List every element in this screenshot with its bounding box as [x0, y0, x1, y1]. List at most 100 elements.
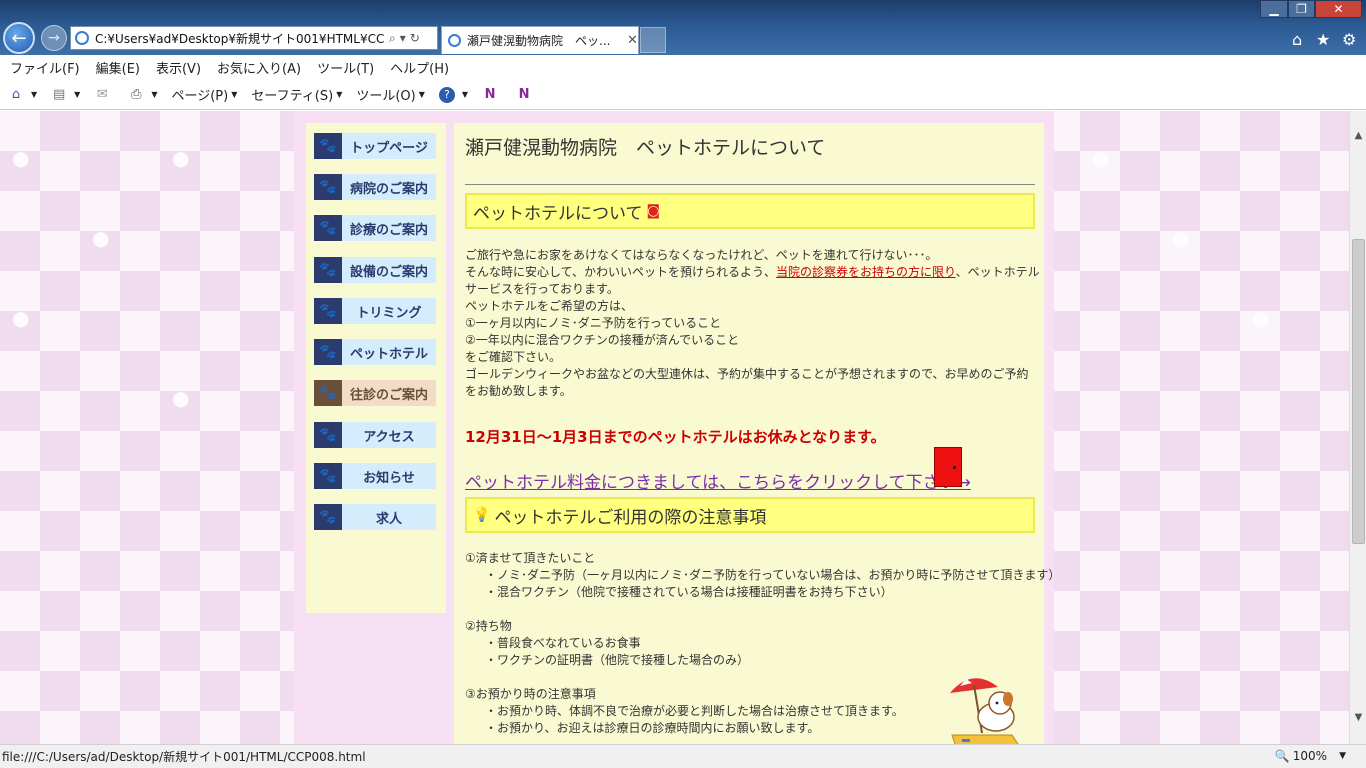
print-command[interactable]: ⎙ ▼ — [128, 87, 157, 103]
menu-help[interactable]: ヘルプ(H) — [390, 58, 449, 77]
feeds-command[interactable]: ▤ ▼ — [51, 87, 80, 103]
menu-tools[interactable]: ツール(T) — [317, 58, 374, 77]
chevron-down-icon: ▼ — [336, 90, 343, 99]
close-window-button[interactable]: ✕ — [1315, 0, 1362, 18]
search-icon[interactable]: ⌕ — [389, 31, 396, 46]
sidebar-item-hospital[interactable]: 🐾 病院のご案内 — [314, 174, 436, 200]
status-bar: file:///C:/Users/ad/Desktop/新規サイト001/HTM… — [0, 744, 1366, 768]
paw-pattern-icon: ● — [1172, 226, 1190, 250]
paw-icon: 🐾 — [314, 215, 342, 241]
dropdown-icon[interactable]: ▾ — [400, 31, 406, 45]
section-title: ペットホテルご利用の際の注意事項 — [494, 507, 767, 528]
mail-command[interactable]: ✉ — [94, 87, 114, 103]
sidebar-item-label: 往診のご案内 — [349, 387, 428, 403]
gear-icon[interactable]: ⚙ — [1342, 30, 1356, 49]
note-heading: ②持ち物 — [465, 619, 512, 633]
favorites-star-icon[interactable]: ★ — [1316, 30, 1330, 49]
note-item: ・ワクチンの証明書（他院で接種した場合のみ） — [485, 653, 750, 667]
maximize-button[interactable]: ❐ — [1288, 0, 1315, 18]
home-icon[interactable]: ⌂ — [1292, 30, 1302, 49]
divider — [465, 184, 1035, 185]
zoom-control[interactable]: 🔍 100% ▼ — [1275, 749, 1346, 763]
tools-menu-label: ツール(O) — [356, 89, 416, 104]
bag-icon: ◙ — [646, 203, 661, 219]
sidebar-item-access[interactable]: 🐾 アクセス — [314, 422, 436, 448]
sidebar-item-house-call[interactable]: 🐾 往診のご案内 — [314, 380, 436, 406]
home-command[interactable]: ⌂ ▼ — [8, 87, 37, 103]
note-item: ・普段食べなれているお食事 — [485, 636, 641, 650]
menu-edit[interactable]: 編集(E) — [96, 58, 140, 77]
onenote-icon: N — [484, 86, 496, 102]
status-url: file:///C:/Users/ad/Desktop/新規サイト001/HTM… — [2, 750, 366, 764]
price-link[interactable]: ペットホテル料金につきましては、こちらをクリックして下さい→ — [465, 468, 971, 493]
tools-menu[interactable]: ツール(O) ▼ — [356, 85, 425, 104]
vertical-scrollbar[interactable]: ▲ ▼ — [1349, 111, 1366, 744]
dog-umbrella-illustration — [950, 678, 1019, 744]
browser-tab[interactable]: 瀬戸健滉動物病院 ペッ... ✕ — [441, 26, 639, 54]
address-bar[interactable]: C:¥Users¥ad¥Desktop¥新規サイト001¥HTML¥CCP008… — [70, 26, 438, 50]
page-viewport: ● ● ● ● ● ● ● ● 🐾 トップページ 🐾 病院のご案内 🐾 診療のご案内 … — [0, 111, 1349, 744]
sidebar-item-label: 病院のご案内 — [349, 181, 428, 197]
paw-icon: 🐾 — [314, 298, 342, 324]
sidebar-item-label: トリミング — [356, 305, 422, 321]
sidebar-item-label: 求人 — [375, 511, 402, 527]
menu-file[interactable]: ファイル(F) — [10, 58, 80, 77]
note-item: ・混合ワクチン（他院で接種されている場合は接種証明書をお持ち下さい） — [485, 585, 893, 599]
page-menu-label: ページ(P) — [171, 89, 229, 104]
menu-view[interactable]: 表示(V) — [156, 58, 201, 77]
sidebar-item-pet-hotel[interactable]: 🐾 ペットホテル — [314, 339, 436, 365]
chevron-down-icon: ▼ — [418, 90, 425, 99]
intro-line: ゴールデンウィークやお盆などの大型連休は、予約が集中することが予想されますので、… — [465, 367, 1029, 398]
zoom-icon: 🔍 — [1274, 749, 1290, 763]
page-menu[interactable]: ページ(P) ▼ — [171, 85, 237, 104]
scroll-thumb[interactable] — [1352, 239, 1365, 544]
menu-favorites[interactable]: お気に入り(A) — [217, 58, 301, 77]
printer-icon: ⎙ — [131, 86, 142, 102]
sidebar-item-label: 設備のご案内 — [349, 264, 428, 280]
chevron-down-icon: ▼ — [74, 90, 81, 99]
scroll-down-icon[interactable]: ▼ — [1350, 709, 1366, 726]
back-button[interactable]: ← — [3, 22, 35, 54]
intro-line: そんな時に安心して、かわいいペットを預けられるよう、当院の診察券をお持ちの方に限… — [465, 264, 1040, 298]
minimize-button[interactable]: ▁ — [1260, 0, 1288, 18]
help-icon: ? — [438, 86, 455, 103]
safety-menu[interactable]: セーフティ(S) ▼ — [251, 85, 342, 104]
onenote-linked-command[interactable]: N — [516, 87, 536, 103]
intro-line: ご旅行や急にお家をあけなくてはならなくなったけれど、ペットを連れて行けない･･･… — [465, 248, 938, 262]
sidebar-item-label: 診療のご案内 — [349, 222, 428, 238]
forward-button[interactable]: → — [41, 25, 67, 51]
sidebar-item-top-page[interactable]: 🐾 トップページ — [314, 133, 436, 159]
browser-title-bar: ← → C:¥Users¥ad¥Desktop¥新規サイト001¥HTML¥CC… — [0, 0, 1366, 55]
paw-pattern-icon: ● — [12, 146, 30, 170]
scroll-up-icon[interactable]: ▲ — [1350, 127, 1366, 144]
address-url[interactable]: C:¥Users¥ad¥Desktop¥新規サイト001¥HTML¥CCP008… — [95, 30, 385, 47]
arrow-right-icon: → — [48, 30, 60, 46]
sidebar-item-label: アクセス — [363, 429, 415, 445]
sidebar-nav: 🐾 トップページ 🐾 病院のご案内 🐾 診療のご案内 🐾 設備のご案内 🐾 トリミング 🐾… — [306, 123, 446, 613]
safety-menu-label: セーフティ(S) — [251, 89, 334, 104]
sidebar-item-label: ペットホテル — [349, 346, 428, 362]
new-tab-button[interactable] — [640, 27, 666, 53]
help-command[interactable]: ? ▼ — [438, 86, 468, 103]
paw-icon: 🐾 — [314, 339, 342, 365]
refresh-icon[interactable]: ↻ — [410, 31, 420, 45]
mail-icon: ✉ — [96, 86, 108, 102]
tab-title: 瀬戸健滉動物病院 ペッ... — [467, 34, 611, 48]
sidebar-item-treatment[interactable]: 🐾 診療のご案内 — [314, 215, 436, 241]
sidebar-item-recruit[interactable]: 🐾 求人 — [314, 504, 436, 530]
sidebar-item-facilities[interactable]: 🐾 設備のご案内 — [314, 257, 436, 283]
closed-notice: 12月31日～1月3日までのペットホテルはお休みとなります。 — [465, 428, 886, 446]
sidebar-item-trimming[interactable]: 🐾 トリミング — [314, 298, 436, 324]
section-heading-pet-hotel: ペットホテルについて ◙ — [465, 193, 1035, 229]
close-tab-icon[interactable]: ✕ — [627, 33, 638, 48]
sidebar-item-news[interactable]: 🐾 お知らせ — [314, 463, 436, 489]
paw-icon: 🐾 — [314, 133, 342, 159]
patient-card-link[interactable]: 当院の診察券をお持ちの方に限り — [776, 265, 956, 279]
page-title: 瀬戸健滉動物病院 ペットホテルについて — [465, 137, 826, 159]
paw-icon: 🐾 — [314, 257, 342, 283]
door-icon[interactable] — [934, 447, 962, 487]
paw-icon: 🐾 — [314, 463, 342, 489]
onenote-command[interactable]: N — [482, 87, 502, 103]
intro-text-part: そんな時に安心して、かわいいペットを預けられるよう、 — [465, 265, 777, 279]
intro-text: ご旅行や急にお家をあけなくてはならなくなったけれど、ペットを連れて行けない･･･… — [465, 247, 1040, 400]
